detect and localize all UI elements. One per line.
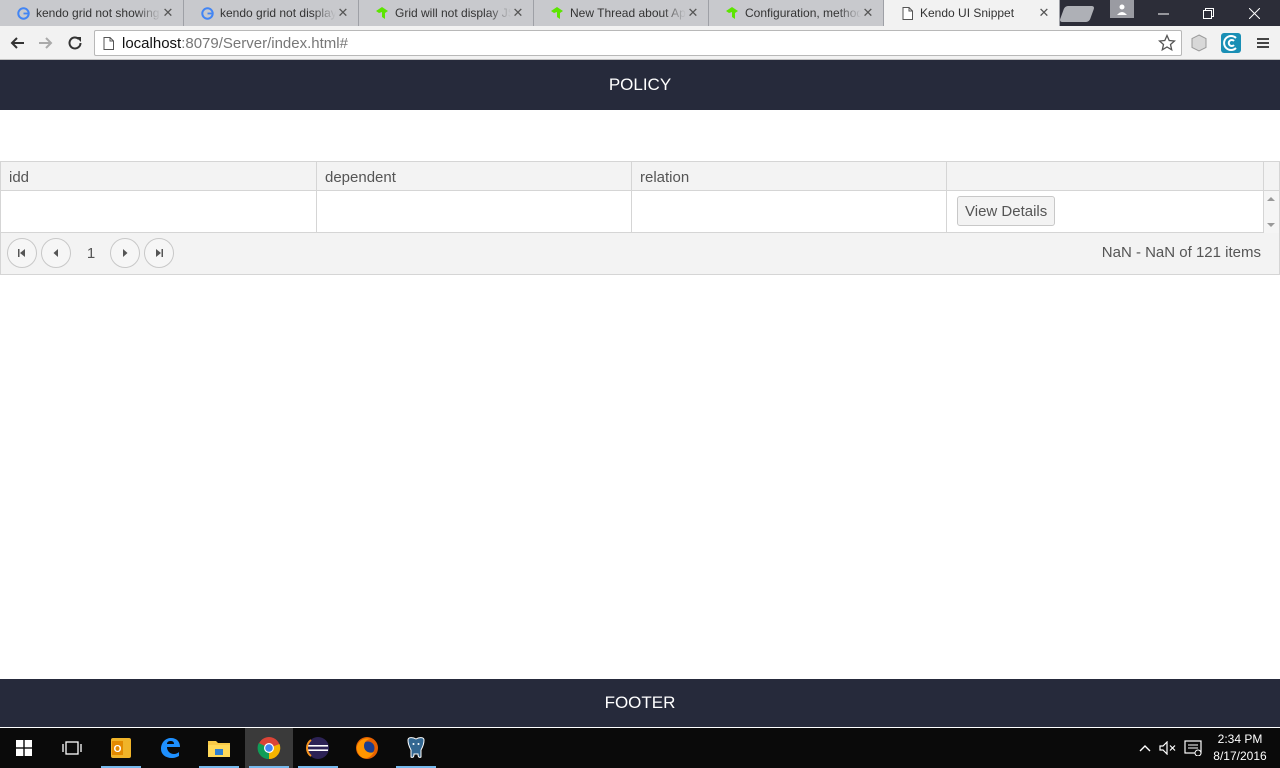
grid-pager: 1 NaN - NaN of 121 items xyxy=(1,233,1279,274)
browser-tab-4[interactable]: New Thread about App ✕ xyxy=(534,0,709,26)
tab-title: Grid will not display JSON xyxy=(395,6,511,20)
close-window-icon[interactable] xyxy=(1232,0,1277,26)
last-page-icon xyxy=(156,249,163,257)
tab-title: Kendo UI Snippet xyxy=(920,6,1015,20)
cell-relation xyxy=(632,191,947,233)
telerik-icon xyxy=(725,6,739,20)
eclipse-icon[interactable] xyxy=(294,728,342,768)
close-tab-icon[interactable]: ✕ xyxy=(686,5,700,21)
system-clock[interactable]: 2:34 PM 8/17/2016 xyxy=(1206,731,1274,765)
close-tab-icon[interactable]: ✕ xyxy=(336,5,350,21)
column-header-dependent[interactable]: dependent xyxy=(317,162,632,191)
view-details-button[interactable]: View Details xyxy=(957,196,1056,226)
next-page-icon xyxy=(123,249,128,257)
reload-icon[interactable] xyxy=(63,31,87,55)
page-footer: FOOTER xyxy=(0,679,1280,727)
browser-tab-1[interactable]: kendo grid not showing ✕ xyxy=(0,0,184,26)
column-header-relation[interactable]: relation xyxy=(632,162,947,191)
column-header-idd[interactable]: idd xyxy=(1,162,317,191)
browser-tab-strip: kendo grid not showing ✕ kendo grid not … xyxy=(0,0,1280,26)
postgresql-icon[interactable] xyxy=(392,728,440,768)
close-tab-icon[interactable]: ✕ xyxy=(861,5,875,21)
close-tab-icon[interactable]: ✕ xyxy=(161,5,175,21)
page-header: POLICY xyxy=(0,60,1280,110)
close-tab-icon[interactable]: ✕ xyxy=(1037,5,1051,21)
grid-header: idd dependent relation xyxy=(1,162,1279,191)
volume-muted-icon[interactable] xyxy=(1157,728,1179,768)
google-icon xyxy=(200,6,214,20)
clock-time: 2:34 PM xyxy=(1217,732,1263,746)
telerik-icon xyxy=(375,6,389,20)
svg-text:O: O xyxy=(114,744,122,755)
next-page-button[interactable] xyxy=(110,238,140,268)
address-bar[interactable]: localhost:8079/Server/index.html# xyxy=(94,30,1182,56)
forward-arrow-icon[interactable] xyxy=(34,31,58,55)
tab-title: kendo grid not display xyxy=(220,6,336,20)
page-icon xyxy=(900,6,914,20)
windows-taskbar: O 2:34 PM 8/17/2016 xyxy=(0,728,1280,768)
url-host: localhost xyxy=(122,34,182,52)
profile-icon[interactable] xyxy=(1110,0,1134,18)
cell-dependent xyxy=(317,191,632,233)
action-center-icon[interactable] xyxy=(1182,728,1204,768)
minimize-icon[interactable] xyxy=(1141,0,1186,26)
browser-tab-2[interactable]: kendo grid not display ✕ xyxy=(184,0,359,26)
start-windows-icon[interactable] xyxy=(0,728,48,768)
tab-title: New Thread about App xyxy=(570,6,686,20)
first-page-button[interactable] xyxy=(7,238,37,268)
menu-icon[interactable] xyxy=(1252,32,1274,54)
chrome-icon[interactable] xyxy=(245,728,293,768)
kendo-grid: idd dependent relation View Details 1 Na… xyxy=(0,161,1280,275)
browser-tab-3[interactable]: Grid will not display JSON ✕ xyxy=(359,0,534,26)
extension-shield-icon[interactable] xyxy=(1188,32,1210,54)
url-path: :8079/Server/index.html# xyxy=(181,34,348,52)
cell-actions: View Details xyxy=(947,191,1264,233)
browser-tab-5[interactable]: Configuration, methods ✕ xyxy=(709,0,884,26)
page-icon xyxy=(103,36,114,50)
grid-body: View Details xyxy=(1,191,1279,233)
new-tab-button[interactable] xyxy=(1059,6,1095,22)
firefox-icon[interactable] xyxy=(343,728,391,768)
telerik-icon xyxy=(550,6,564,20)
scroll-down-arrow-icon[interactable] xyxy=(1267,223,1275,227)
edge-icon[interactable] xyxy=(146,728,194,768)
first-page-icon xyxy=(18,249,25,257)
bookmark-star-icon[interactable] xyxy=(1156,32,1178,54)
pager-info: NaN - NaN of 121 items xyxy=(1101,244,1261,261)
back-arrow-icon[interactable] xyxy=(5,31,29,55)
file-explorer-icon[interactable] xyxy=(195,728,243,768)
close-tab-icon[interactable]: ✕ xyxy=(511,5,525,21)
task-view-icon[interactable] xyxy=(48,728,96,768)
cell-idd xyxy=(1,191,317,233)
vertical-scrollbar[interactable] xyxy=(1264,191,1279,233)
extension-wave-icon[interactable] xyxy=(1220,32,1242,54)
previous-page-icon xyxy=(53,249,58,257)
page-title: POLICY xyxy=(608,75,672,94)
google-icon xyxy=(16,6,30,20)
column-header-actions xyxy=(947,162,1264,191)
tab-title: kendo grid not showing xyxy=(36,6,160,20)
scroll-up-arrow-icon[interactable] xyxy=(1267,197,1275,201)
previous-page-button[interactable] xyxy=(41,238,71,268)
browser-toolbar: localhost:8079/Server/index.html# xyxy=(0,26,1280,60)
outlook-icon[interactable]: O xyxy=(97,728,145,768)
footer-title: FOOTER xyxy=(604,693,676,712)
last-page-button[interactable] xyxy=(144,238,174,268)
show-hidden-icons-icon[interactable] xyxy=(1136,728,1154,768)
current-page-number[interactable]: 1 xyxy=(81,238,101,268)
browser-tab-active[interactable]: Kendo UI Snippet ✕ xyxy=(884,0,1060,26)
restore-icon[interactable] xyxy=(1186,0,1231,26)
tab-title: Configuration, methods xyxy=(745,6,861,20)
clock-date: 8/17/2016 xyxy=(1213,749,1267,763)
